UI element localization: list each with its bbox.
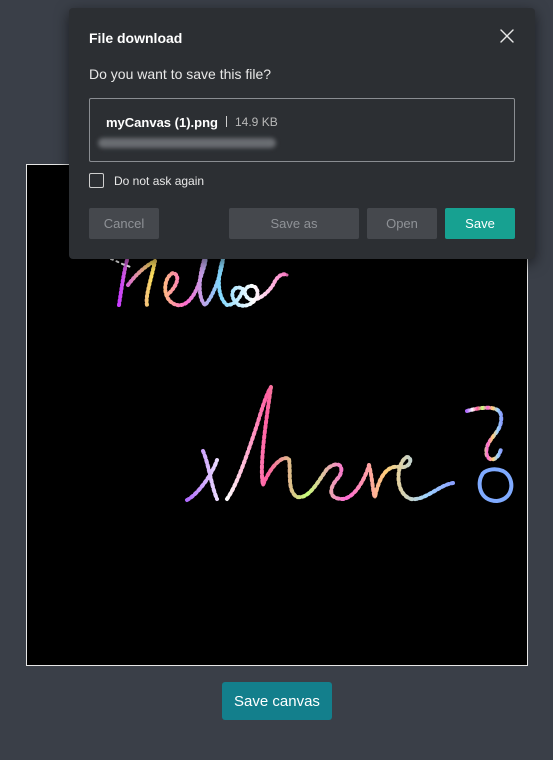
- handwriting-hello: [110, 255, 289, 308]
- close-icon[interactable]: [499, 28, 515, 44]
- file-name: myCanvas (1).png: [106, 115, 218, 130]
- dialog-question: Do you want to save this file?: [89, 66, 272, 82]
- open-button[interactable]: Open: [367, 208, 437, 239]
- file-info-separator: [226, 116, 227, 127]
- file-download-dialog: File download Do you want to save this f…: [69, 8, 535, 259]
- blurred-file-source: [98, 138, 276, 148]
- save-canvas-button[interactable]: Save canvas: [222, 682, 332, 720]
- save-button[interactable]: Save: [445, 208, 515, 239]
- save-as-button[interactable]: Save as: [229, 208, 359, 239]
- handwriting-there: [185, 385, 514, 503]
- do-not-ask-label: Do not ask again: [114, 173, 205, 188]
- page: Save canvas File download Do you want to…: [0, 0, 553, 760]
- do-not-ask-row[interactable]: Do not ask again: [89, 173, 204, 188]
- cancel-button[interactable]: Cancel: [89, 208, 159, 239]
- dialog-title: File download: [89, 30, 183, 46]
- file-info-box: myCanvas (1).png 14.9 KB: [89, 98, 515, 162]
- file-size: 14.9 KB: [235, 115, 278, 129]
- do-not-ask-checkbox[interactable]: [89, 173, 104, 188]
